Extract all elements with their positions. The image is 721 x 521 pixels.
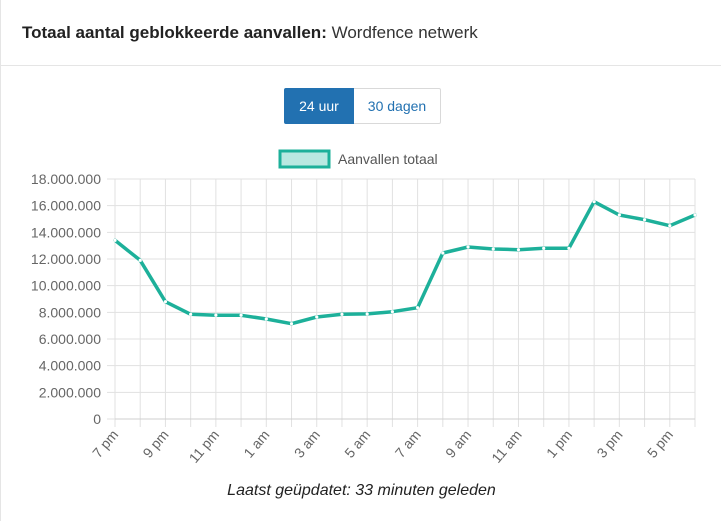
- data-point[interactable]: [340, 312, 344, 316]
- data-point[interactable]: [138, 258, 142, 262]
- data-point[interactable]: [491, 247, 495, 251]
- data-point[interactable]: [315, 315, 319, 319]
- data-point[interactable]: [239, 313, 243, 317]
- data-point[interactable]: [189, 312, 193, 316]
- x-tick-label: 1 pm: [543, 427, 575, 461]
- x-tick-label: 1 am: [240, 427, 272, 461]
- last-updated-note: Laatst geüpdatet: 33 minuten geleden: [227, 482, 496, 499]
- data-point[interactable]: [668, 224, 672, 228]
- x-tick-label: 9 pm: [139, 427, 171, 461]
- data-point[interactable]: [163, 300, 168, 304]
- y-tick-label: 16.000.000: [31, 198, 101, 214]
- data-point[interactable]: [441, 251, 445, 255]
- x-tick-label: 5 am: [341, 427, 373, 461]
- data-point[interactable]: [289, 322, 294, 326]
- x-tick-label: 11 am: [488, 427, 525, 466]
- x-tick-label: 7 pm: [89, 427, 121, 461]
- y-tick-label: 8.000.000: [39, 304, 101, 320]
- legend-label: Aanvallen totaal: [338, 151, 438, 167]
- data-point[interactable]: [617, 213, 621, 217]
- y-tick-label: 14.000.000: [31, 224, 101, 240]
- data-point[interactable]: [365, 312, 369, 316]
- data-point[interactable]: [390, 310, 394, 314]
- y-tick-label: 10.000.000: [31, 278, 101, 294]
- series-line: [113, 199, 697, 326]
- data-point[interactable]: [693, 213, 697, 217]
- y-tick-label: 12.000.000: [31, 251, 101, 267]
- data-point[interactable]: [214, 313, 218, 317]
- x-tick-label: 3 pm: [593, 427, 625, 461]
- y-tick-label: 0: [93, 411, 101, 427]
- data-point[interactable]: [567, 246, 571, 250]
- x-tick-label: 3 am: [291, 427, 323, 461]
- x-tick-label: 7 am: [392, 427, 424, 461]
- data-point[interactable]: [264, 317, 268, 321]
- attacks-card: Totaal aantal geblokkeerde aanvallen: Wo…: [0, 0, 721, 521]
- x-tick-label: 5 pm: [644, 427, 676, 461]
- data-point[interactable]: [542, 246, 546, 250]
- attacks-line-chart: 0 2.000.000 4.000.000 6.000.000 8.000.000 10.…: [31, 149, 697, 466]
- x-tick-label: 11 pm: [186, 427, 223, 466]
- y-tick-label: 18.000.000: [31, 171, 101, 187]
- y-tick-label: 2.000.000: [39, 384, 101, 400]
- data-point[interactable]: [466, 245, 470, 249]
- data-point[interactable]: [416, 306, 420, 310]
- y-tick-label: 4.000.000: [39, 358, 101, 374]
- legend-swatch[interactable]: [278, 149, 331, 169]
- x-tick-label: 9 am: [442, 427, 474, 461]
- y-tick-label: 6.000.000: [39, 331, 101, 347]
- data-point[interactable]: [516, 248, 521, 252]
- data-point[interactable]: [592, 200, 596, 204]
- data-point[interactable]: [113, 238, 117, 242]
- data-point[interactable]: [642, 218, 647, 222]
